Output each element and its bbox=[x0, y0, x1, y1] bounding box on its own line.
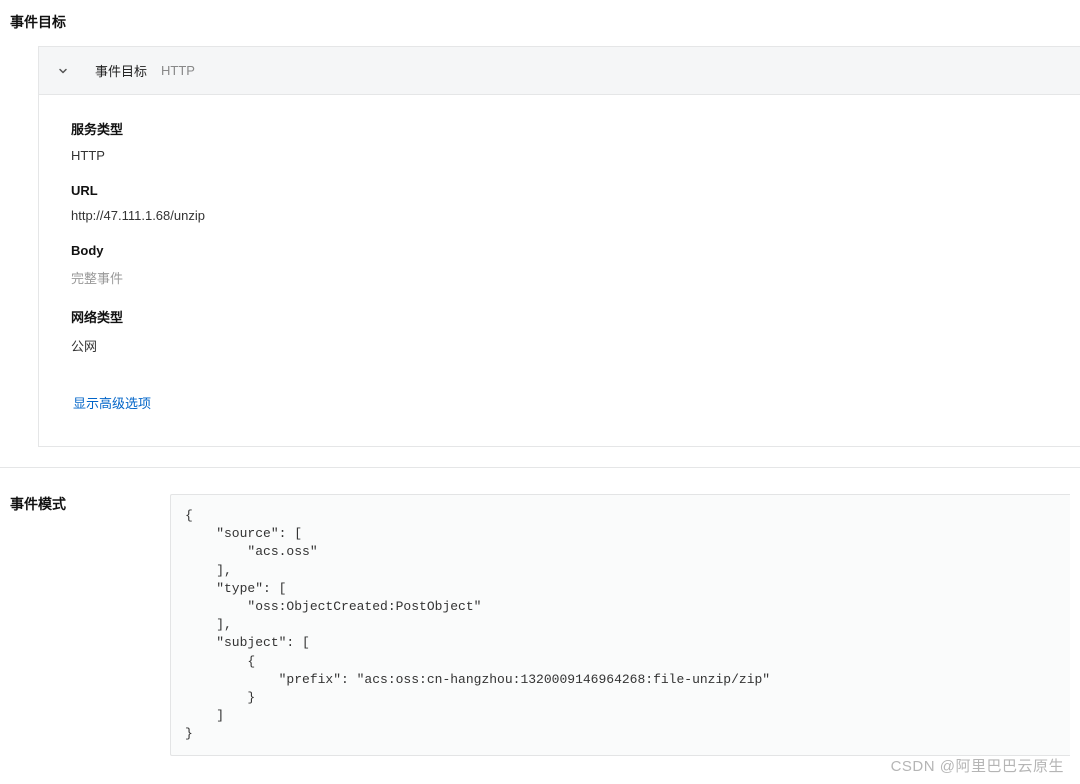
network-label: 网络类型 bbox=[71, 307, 1048, 326]
event-target-header[interactable]: 事件目标 HTTP bbox=[39, 47, 1080, 95]
chevron-down-icon[interactable] bbox=[57, 65, 69, 77]
body-value: 完整事件 bbox=[71, 268, 1048, 287]
url-value: http://47.111.1.68/unzip bbox=[71, 208, 1048, 223]
url-label: URL bbox=[71, 183, 1048, 198]
network-value: 公网 bbox=[71, 336, 1048, 355]
target-header-subtype: HTTP bbox=[161, 63, 195, 78]
field-body: Body 完整事件 bbox=[71, 243, 1048, 287]
event-target-body: 服务类型 HTTP URL http://47.111.1.68/unzip B… bbox=[39, 95, 1080, 446]
event-pattern-title: 事件模式 bbox=[10, 494, 160, 514]
target-header-label: 事件目标 bbox=[95, 61, 147, 80]
body-label: Body bbox=[71, 243, 1048, 258]
service-type-value: HTTP bbox=[71, 148, 1048, 163]
event-target-card: 事件目标 HTTP 服务类型 HTTP URL http://47.111.1.… bbox=[38, 46, 1080, 447]
field-network: 网络类型 公网 bbox=[71, 307, 1048, 355]
event-pattern-code[interactable]: { "source": [ "acs.oss" ], "type": [ "os… bbox=[170, 494, 1070, 756]
show-advanced-options-link[interactable]: 显示高级选项 bbox=[71, 389, 153, 416]
event-pattern-section: 事件模式 { "source": [ "acs.oss" ], "type": … bbox=[0, 468, 1080, 766]
service-type-label: 服务类型 bbox=[71, 119, 1048, 138]
event-target-title: 事件目标 bbox=[0, 0, 1080, 46]
field-service-type: 服务类型 HTTP bbox=[71, 119, 1048, 163]
field-url: URL http://47.111.1.68/unzip bbox=[71, 183, 1048, 223]
